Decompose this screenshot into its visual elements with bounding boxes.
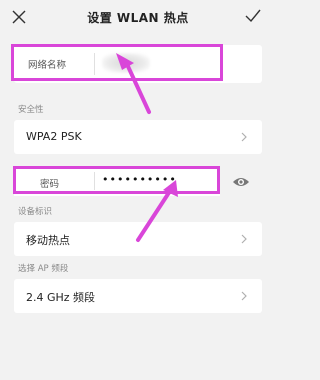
top-bar: 设置 WLAN 热点 [0,0,276,36]
security-selector[interactable]: WPA2 PSK [14,120,262,154]
show-password-button[interactable] [232,174,250,188]
chevron-right-icon [241,132,247,142]
divider [94,53,95,75]
chevron-right-icon [241,291,247,301]
eye-icon [233,178,249,186]
background [0,318,276,380]
wlan-hotspot-settings-page: 设置 WLAN 热点 网络名称 安全性 WPA2 PSK 密码 ••••••••… [0,0,276,380]
network-name-label: 网络名称 [28,60,67,71]
chevron-right-icon [241,234,247,244]
device-identity-selector[interactable]: 移动热点 [14,222,262,256]
device-section-label: 设备标识 [18,207,53,217]
network-name-input-redacted[interactable] [102,53,150,73]
page-title: 设置 WLAN 热点 [87,11,189,25]
checkmark-icon [245,9,261,23]
ap-band-value: 2.4 GHz 频段 [26,291,96,304]
password-label: 密码 [40,179,60,190]
ap-band-selector[interactable]: 2.4 GHz 频段 [14,279,262,313]
password-input[interactable]: •••••••••• [102,173,177,186]
divider [94,172,95,190]
security-section-label: 安全性 [18,105,44,115]
network-name-field[interactable]: 网络名称 [14,45,262,83]
ap-band-section-label: 选择 AP 频段 [18,264,69,274]
device-identity-value: 移动热点 [26,234,70,247]
password-field[interactable]: 密码 •••••••••• [14,166,220,196]
security-value: WPA2 PSK [26,130,82,143]
confirm-button[interactable] [244,7,262,25]
